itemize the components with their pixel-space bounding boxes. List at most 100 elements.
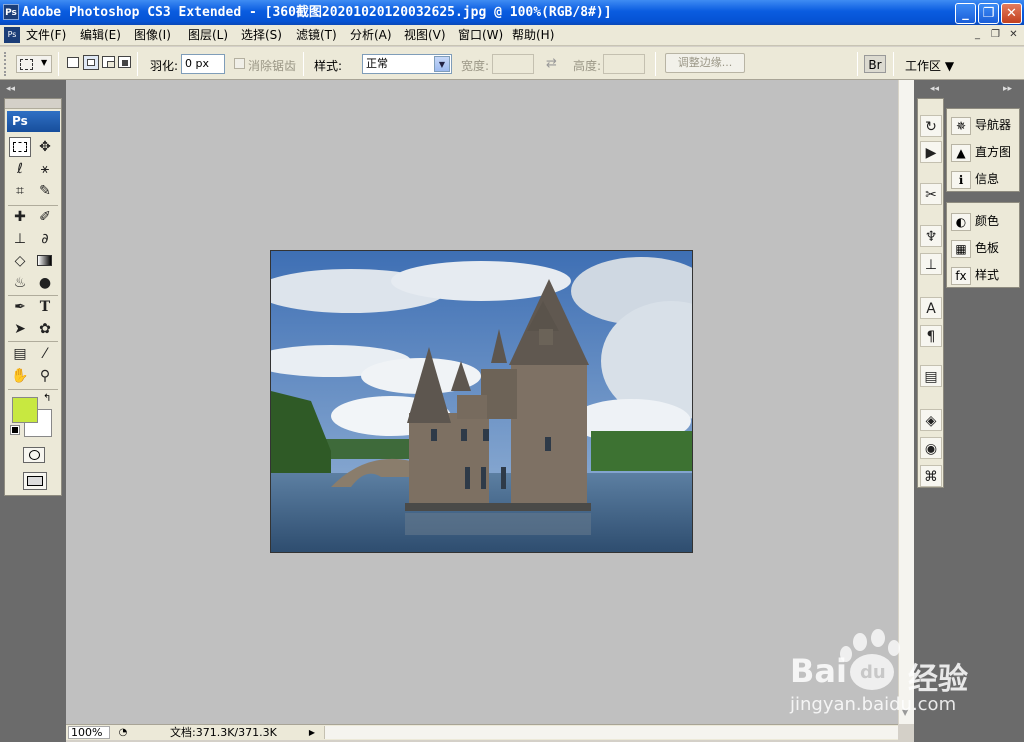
doc-minimize-button[interactable]: _ — [970, 27, 985, 42]
swap-icon[interactable]: ⇄ — [546, 56, 557, 71]
navigator-tab[interactable]: ✵ 导航器 — [951, 114, 1019, 136]
toolbox-header[interactable] — [5, 99, 61, 109]
restore-button[interactable]: ❐ — [978, 3, 999, 24]
separator — [137, 52, 138, 76]
screen-mode-icon[interactable] — [23, 472, 47, 490]
status-menu-icon[interactable]: ▶ — [306, 726, 318, 739]
tool-preset-picker[interactable]: ▼ — [16, 55, 52, 73]
menu-help[interactable]: 帮助(H) — [512, 27, 554, 44]
menu-select[interactable]: 选择(S) — [241, 27, 282, 44]
tool-presets-icon[interactable]: ✂ — [920, 183, 942, 205]
color-tab[interactable]: ◐ 颜色 — [951, 210, 1019, 232]
collapse-toolbox-icon[interactable]: ◂◂ — [6, 84, 15, 94]
style-select-value: 正常 — [366, 57, 388, 70]
crop-tool-icon[interactable]: ⌗ — [9, 181, 31, 201]
workspace-menu[interactable]: 工作区 ▼ — [905, 57, 954, 74]
default-colors-icon[interactable] — [10, 425, 20, 435]
height-input[interactable] — [603, 54, 645, 74]
notes-tool-icon[interactable]: ▤ — [9, 344, 31, 364]
magic-wand-tool-icon[interactable]: ⚹ — [34, 159, 56, 179]
brushes-icon[interactable]: ♆ — [920, 225, 942, 247]
baidu-jingyan-watermark: Bai du 经验 jingyan.baidu.com — [790, 628, 1020, 722]
eraser-tool-icon[interactable]: ◇ — [9, 251, 31, 271]
watermark-brand: Bai — [790, 652, 847, 690]
collapse-right-dock-icon[interactable]: ▸▸ — [1003, 84, 1012, 94]
subtract-from-selection-icon[interactable] — [102, 56, 115, 68]
antialias-checkbox[interactable] — [234, 58, 245, 69]
document-icon[interactable]: Ps — [4, 27, 20, 43]
paragraph-icon[interactable]: ¶ — [920, 325, 942, 347]
histogram-tab[interactable]: ▲ 直方图 — [951, 141, 1019, 163]
bridge-icon[interactable]: Br — [864, 55, 886, 73]
swatches-tab[interactable]: ▦ 色板 — [951, 237, 1019, 259]
blur-tool-icon[interactable]: ♨ — [9, 273, 31, 293]
clone-stamp-tool-icon[interactable]: ⊥ — [9, 229, 31, 249]
menu-image[interactable]: 图像(I) — [134, 27, 171, 44]
rectangular-marquee-tool-icon[interactable] — [9, 137, 31, 157]
lasso-tool-icon[interactable]: ℓ — [9, 159, 31, 179]
style-label: 样式: — [314, 59, 343, 73]
status-info-icon[interactable]: ◔ — [116, 726, 130, 739]
hand-tool-icon[interactable]: ✋ — [9, 366, 31, 386]
zoom-level-field[interactable]: 100% — [68, 726, 110, 739]
document-size-text: 文档:371.3K/371.3K — [170, 726, 277, 739]
path-selection-tool-icon[interactable]: ➤ — [9, 319, 31, 339]
options-grip[interactable] — [4, 52, 10, 76]
intersect-selection-icon[interactable] — [118, 56, 131, 68]
info-tab[interactable]: ℹ 信息 — [951, 168, 1019, 190]
menu-view[interactable]: 视图(V) — [404, 27, 446, 44]
dodge-tool-icon[interactable]: ● — [34, 273, 56, 293]
collapse-left-dock-icon[interactable]: ◂◂ — [930, 84, 939, 94]
doc-close-button[interactable]: ✕ — [1006, 27, 1021, 42]
separator — [655, 52, 656, 76]
layers-icon[interactable]: ◈ — [920, 409, 942, 431]
refine-edge-button[interactable]: 调整边缘... — [665, 53, 745, 73]
chevron-down-icon: ▼ — [434, 56, 450, 72]
close-button[interactable]: ✕ — [1001, 3, 1022, 24]
channels-icon[interactable]: ◉ — [920, 437, 942, 459]
layer-comps-icon[interactable]: ▤ — [920, 365, 942, 387]
minimize-button[interactable]: _ — [955, 3, 976, 24]
separator — [893, 52, 894, 76]
paths-icon[interactable]: ⌘ — [920, 465, 942, 487]
character-icon[interactable]: A — [920, 297, 942, 319]
type-tool-icon[interactable]: T — [34, 297, 56, 317]
gradient-tool-icon[interactable] — [34, 251, 56, 271]
fx-icon: fx — [951, 266, 971, 285]
pen-tool-icon[interactable]: ✒ — [9, 297, 31, 317]
eyedropper-tool-icon[interactable]: ⁄ — [34, 344, 56, 364]
width-input[interactable] — [492, 54, 534, 74]
doc-restore-button[interactable]: ❐ — [988, 27, 1003, 42]
swap-colors-icon[interactable]: ↰ — [43, 393, 51, 404]
navigator-icon: ✵ — [951, 116, 971, 135]
toolbox-logo: Ps — [7, 111, 60, 132]
new-selection-icon[interactable] — [67, 57, 79, 68]
slice-tool-icon[interactable]: ✎ — [34, 181, 56, 201]
menu-edit[interactable]: 编辑(E) — [80, 27, 121, 44]
history-icon[interactable]: ↻ — [920, 115, 942, 137]
actions-icon[interactable]: ▶ — [920, 141, 942, 163]
document-canvas[interactable] — [270, 250, 693, 553]
style-select[interactable]: 正常 ▼ — [362, 54, 452, 74]
menu-analysis[interactable]: 分析(A) — [350, 27, 392, 44]
history-brush-tool-icon[interactable]: ∂ — [34, 229, 56, 249]
brush-tool-icon[interactable]: ✐ — [34, 207, 56, 227]
menu-layer[interactable]: 图层(L) — [188, 27, 228, 44]
custom-shape-tool-icon[interactable]: ✿ — [34, 319, 56, 339]
zoom-tool-icon[interactable]: ⚲ — [34, 366, 56, 386]
horizontal-scrollbar[interactable] — [324, 726, 898, 739]
styles-tab[interactable]: fx 样式 — [951, 264, 1019, 286]
menu-file[interactable]: 文件(F) — [26, 27, 66, 44]
clone-source-icon[interactable]: ⊥ — [920, 253, 942, 275]
quick-mask-icon[interactable] — [23, 447, 45, 463]
add-to-selection-icon[interactable] — [83, 55, 99, 70]
foreground-color-swatch[interactable] — [12, 397, 38, 423]
menu-window[interactable]: 窗口(W) — [458, 27, 503, 44]
healing-brush-tool-icon[interactable]: ✚ — [9, 207, 31, 227]
move-tool-icon[interactable]: ✥ — [34, 137, 56, 157]
histogram-icon: ▲ — [951, 143, 971, 162]
toolbox: Ps ✥ ℓ ⚹ ⌗ ✎ ✚ ✐ ⊥ ∂ ◇ ♨ ● ✒ T ➤ ✿ ▤ ⁄ ✋… — [4, 98, 62, 496]
info-icon: ℹ — [951, 170, 971, 189]
feather-input[interactable]: 0 px — [181, 54, 225, 74]
menu-filter[interactable]: 滤镜(T) — [296, 27, 337, 44]
